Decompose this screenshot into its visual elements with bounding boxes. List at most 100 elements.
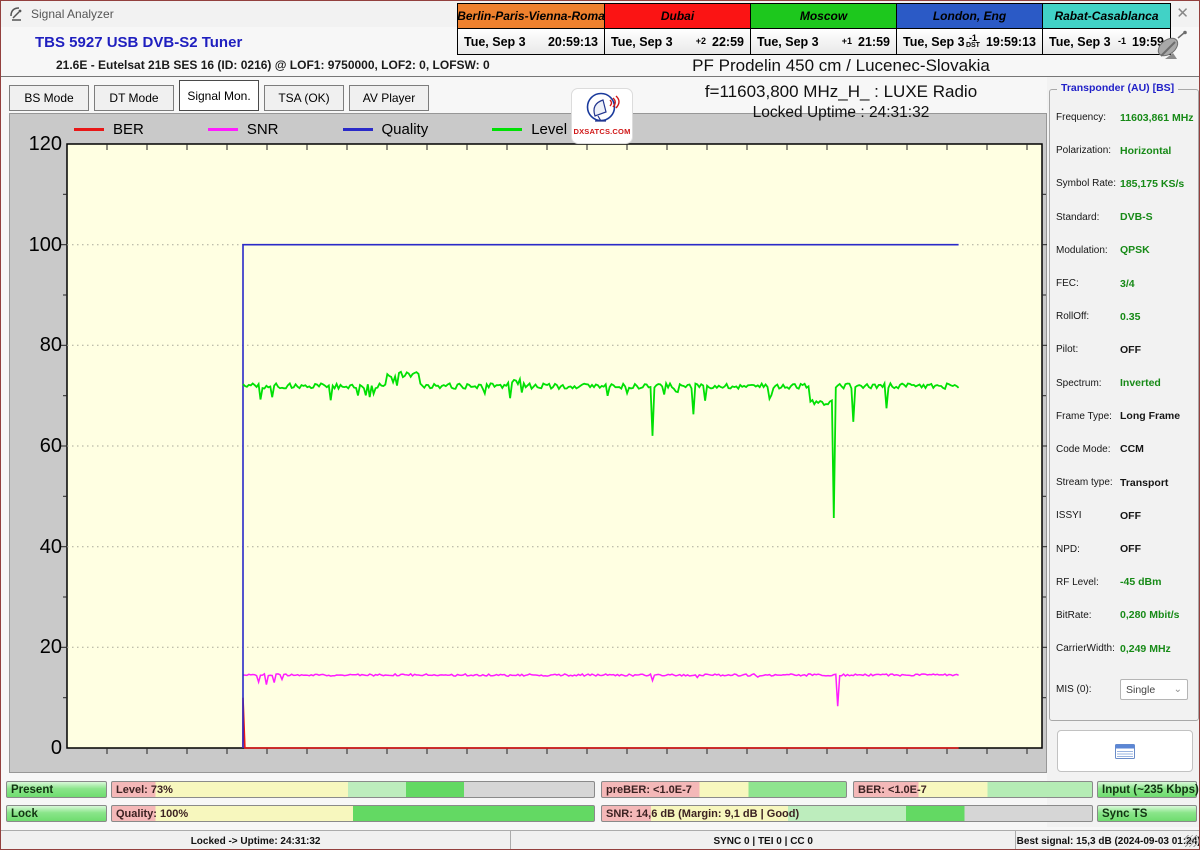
world-clock-panel: Berlin-Paris-Vienna-RomaDubaiMoscowLondo… — [457, 3, 1171, 55]
transponder-row-issyi: ISSYIOFF — [1049, 499, 1199, 532]
offset-value: +2 — [696, 38, 706, 45]
tab-bs-mode[interactable]: BS Mode — [9, 85, 89, 111]
statusbar-sync-counters: SYNC 0 | TEI 0 | CC 0 — [510, 831, 1015, 850]
close-icon[interactable]: ✕ — [1176, 4, 1189, 22]
mis-selected-value: Single — [1126, 684, 1155, 696]
mis-dropdown[interactable]: Single⌄ — [1120, 679, 1188, 700]
transponder-row-modulation: Modulation:QPSK — [1049, 234, 1199, 267]
field-value: 0.35 — [1120, 311, 1140, 323]
clock-city-dubai: Dubai — [605, 4, 750, 28]
lock-label: Lock — [11, 808, 38, 820]
field-value: 0,280 Mbit/s — [1120, 609, 1180, 621]
field-label: ISSYI — [1056, 510, 1120, 521]
y-axis-label: 100 — [12, 234, 62, 256]
satellite-dish-icon — [1151, 29, 1191, 67]
tab-signal-mon[interactable]: Signal Mon. — [179, 80, 259, 111]
field-label: Symbol Rate: — [1056, 178, 1120, 189]
tab-dt-mode[interactable]: DT Mode — [94, 85, 174, 111]
field-label: Pilot: — [1056, 344, 1120, 355]
field-label: RF Level: — [1056, 577, 1120, 588]
header-separator — [1, 76, 1199, 77]
field-value: 0,249 MHz — [1120, 643, 1171, 655]
field-label: Standard: — [1056, 212, 1120, 223]
level-bar: Level: 73% — [111, 781, 595, 798]
field-label: FEC: — [1056, 278, 1120, 289]
y-axis-label: 80 — [12, 334, 62, 356]
transponder-row-polarization: Polarization:Horizontal — [1049, 134, 1199, 167]
clock-utc-offset: +2 — [696, 38, 706, 45]
transponder-row-spectrum: Spectrum:Inverted — [1049, 367, 1199, 400]
tuner-details: 21.6E - Eutelsat 21B SES 16 (ID: 0216) @… — [56, 58, 490, 72]
transponder-row-pilot: Pilot:OFF — [1049, 333, 1199, 366]
field-value: OFF — [1120, 510, 1141, 522]
tuner-name: TBS 5927 USB DVB-S2 Tuner — [35, 34, 242, 51]
transponder-row-stream-type: Stream type:Transport — [1049, 466, 1199, 499]
tab-tsa-ok[interactable]: TSA (OK) — [264, 85, 344, 111]
transponder-list-button[interactable] — [1057, 730, 1193, 772]
snr-bar: SNR: 14,6 dB (Margin: 9,1 dB | Good) — [601, 805, 1093, 822]
transponder-row-frame-type: Frame Type:Long Frame — [1049, 400, 1199, 433]
field-value: Inverted — [1120, 377, 1161, 389]
field-label: MIS (0): — [1056, 684, 1120, 695]
field-label: Modulation: — [1056, 245, 1120, 256]
app-window: Signal Analyzer ✕ TBS 5927 USB DVB-S2 Tu… — [0, 0, 1200, 850]
transponder-row-carrierwidth: CarrierWidth:0,249 MHz — [1049, 632, 1199, 665]
playlist-icon — [1115, 744, 1135, 759]
clock-time-berlin-paris-vienna-roma: Tue, Sep 320:59:13 — [458, 29, 604, 54]
field-label: RollOff: — [1056, 311, 1120, 322]
statusbar-uptime: Locked -> Uptime: 24:31:32 — [1, 831, 510, 850]
field-value: CCM — [1120, 443, 1144, 455]
status-bar: Locked -> Uptime: 24:31:32 SYNC 0 | TEI … — [1, 830, 1200, 850]
clock-city-rabat-casablanca: Rabat-Casablanca — [1043, 4, 1170, 28]
preber-label: preBER: <1.0E-7 — [606, 784, 692, 796]
field-label: Spectrum: — [1056, 378, 1120, 389]
frequency-title: f=11603,800 MHz_H_ : LUXE Radio — [561, 82, 1121, 102]
field-value: Long Frame — [1120, 410, 1180, 422]
clock-date: Tue, Sep 3 — [1049, 35, 1111, 49]
transponder-row-symbol-rate: Symbol Rate:185,175 KS/s — [1049, 167, 1199, 200]
snr-label: SNR: 14,6 dB (Margin: 9,1 dB | Good) — [606, 808, 799, 820]
clock-utc-offset: -1DST — [966, 35, 980, 49]
transponder-row-fec: FEC:3/4 — [1049, 267, 1199, 300]
dxsatcs-logo-text: DXSATCS.COM — [573, 127, 630, 136]
lock-indicator: Lock — [6, 805, 107, 822]
resize-grip[interactable] — [1185, 835, 1197, 847]
clock-utc-offset: +1 — [842, 38, 852, 45]
sync-label: Sync TS — [1102, 808, 1147, 820]
ber-label: BER: <1.0E-7 — [858, 784, 927, 796]
transponder-fields: Frequency:11603,861 MHzPolarization:Hori… — [1049, 101, 1199, 706]
present-label: Present — [11, 784, 53, 796]
transponder-row-standard: Standard:DVB-S — [1049, 201, 1199, 234]
field-value: QPSK — [1120, 244, 1150, 256]
field-value: OFF — [1120, 344, 1141, 356]
site-title: PF Prodelin 450 cm / Lucenec-Slovakia — [561, 56, 1121, 76]
field-label: CarrierWidth: — [1056, 643, 1120, 654]
clock-value: 22:59 — [712, 35, 744, 49]
y-axis-label: 60 — [12, 435, 62, 457]
signal-chart-panel: BERSNRQualityLevel 020406080100120 — [9, 113, 1047, 773]
transponder-row-rolloff: RollOff:0.35 — [1049, 300, 1199, 333]
quality-bar: Quality: 100% — [111, 805, 595, 822]
offset-value: +1 — [842, 38, 852, 45]
transponder-row-code-mode: Code Mode:CCM — [1049, 433, 1199, 466]
clock-value: 20:59:13 — [548, 35, 598, 49]
clock-value: 21:59 — [858, 35, 890, 49]
clock-date: Tue, Sep 3 — [757, 35, 819, 49]
input-label: Input (~235 Kbps) — [1102, 784, 1199, 796]
offset-dst: DST — [966, 42, 980, 49]
field-value: OFF — [1120, 543, 1141, 555]
window-title: Signal Analyzer — [31, 7, 114, 21]
field-value: 11603,861 MHz — [1120, 112, 1194, 124]
field-value: DVB-S — [1120, 211, 1153, 223]
y-axis-label: 20 — [12, 636, 62, 658]
tab-av-player[interactable]: AV Player — [349, 85, 429, 111]
field-label: Code Mode: — [1056, 444, 1120, 455]
signal-history-chart — [47, 130, 1057, 762]
clock-time-moscow: Tue, Sep 3 +1 21:59 — [751, 29, 896, 54]
field-label: Frame Type: — [1056, 411, 1120, 422]
transponder-row-npd: NPD:OFF — [1049, 532, 1199, 565]
statusbar-best-signal: Best signal: 15,3 dB (2024-09-03 01:24) — [1015, 831, 1200, 850]
input-indicator: Input (~235 Kbps) — [1097, 781, 1197, 798]
transponder-row-bitrate: BitRate:0,280 Mbit/s — [1049, 599, 1199, 632]
clock-city-london-eng: London, Eng — [897, 4, 1042, 28]
